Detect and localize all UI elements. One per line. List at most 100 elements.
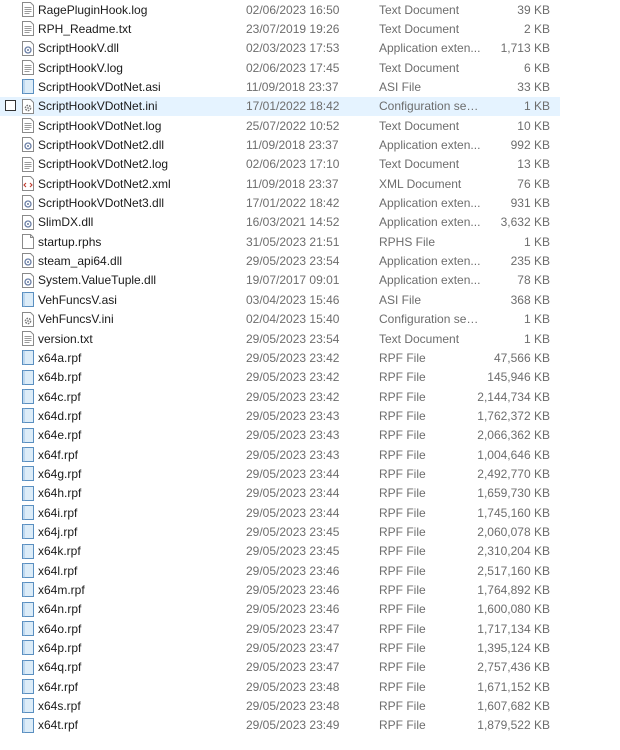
- file-size: 47,566 KB: [493, 350, 550, 365]
- file-row[interactable]: RagePluginHook.log 02/06/2023 16:50 Text D…: [0, 0, 560, 19]
- file-date-modified: 02/06/2023 17:10: [246, 157, 340, 172]
- file-row[interactable]: version.txt 29/05/2023 23:54 Text Document…: [0, 329, 560, 348]
- file-row[interactable]: x64k.rpf 29/05/2023 23:45 RPF File 2,310,20…: [0, 542, 560, 561]
- file-date-modified: 29/05/2023 23:44: [246, 466, 340, 481]
- file-size: 1,395,124 KB: [477, 641, 550, 656]
- blank-file-icon: [21, 234, 35, 250]
- file-row[interactable]: x64a.rpf 29/05/2023 23:42 RPF File 47,566 K…: [0, 348, 560, 367]
- file-date-modified: 29/05/2023 23:47: [246, 621, 340, 636]
- file-row[interactable]: RPH_Readme.txt 23/07/2019 19:26 Text Docum…: [0, 19, 560, 38]
- file-size: 1,713 KB: [500, 41, 550, 56]
- file-size: 1 KB: [523, 312, 550, 327]
- generic-file-icon: [21, 659, 35, 675]
- file-row[interactable]: ScriptHookV.dll 02/03/2023 17:53 Applicati…: [0, 39, 560, 58]
- config-file-icon: [21, 98, 35, 114]
- text-file-icon: [21, 118, 35, 134]
- file-row[interactable]: x64f.rpf 29/05/2023 23:43 RPF File 1,004,64…: [0, 445, 560, 464]
- text-file-icon: [21, 2, 35, 17]
- row-checkbox[interactable]: [5, 99, 16, 111]
- file-date-modified: 29/05/2023 23:46: [246, 563, 340, 578]
- file-name: x64j.rpf: [38, 524, 78, 539]
- file-size: 1 KB: [523, 234, 550, 249]
- file-row[interactable]: ScriptHookVDotNet2.dll 11/09/2018 23:37 Ap…: [0, 135, 560, 154]
- file-row[interactable]: x64j.rpf 29/05/2023 23:45 RPF File 2,060,07…: [0, 522, 560, 541]
- file-name: version.txt: [38, 331, 93, 346]
- file-row[interactable]: x64n.rpf 29/05/2023 23:46 RPF File 1,600,08…: [0, 600, 560, 619]
- file-size: 13 KB: [517, 157, 550, 172]
- file-row[interactable]: x64d.rpf 29/05/2023 23:43 RPF File 1,762,37…: [0, 406, 560, 425]
- file-row[interactable]: x64t.rpf 29/05/2023 23:49 RPF File 1,879,52…: [0, 716, 560, 735]
- file-row[interactable]: x64q.rpf 29/05/2023 23:47 RPF File 2,757,43…: [0, 658, 560, 677]
- generic-file-icon: [21, 350, 35, 366]
- generic-file-icon: [21, 640, 35, 656]
- file-row[interactable]: SlimDX.dll 16/03/2021 14:52 Application ex…: [0, 213, 560, 232]
- file-size: 1,879,522 KB: [477, 718, 550, 733]
- file-date-modified: 29/05/2023 23:45: [246, 544, 340, 559]
- file-row[interactable]: ScriptHookVDotNet2.xml 11/09/2018 23:37 XM…: [0, 174, 560, 193]
- file-row[interactable]: VehFuncsV.ini 02/04/2023 15:40 Configurati…: [0, 310, 560, 329]
- file-row[interactable]: x64l.rpf 29/05/2023 23:46 RPF File 2,517,16…: [0, 561, 560, 580]
- file-date-modified: 17/01/2022 18:42: [246, 196, 340, 211]
- file-row[interactable]: steam_api64.dll 29/05/2023 23:54 Applicati…: [0, 251, 560, 270]
- file-row[interactable]: x64p.rpf 29/05/2023 23:47 RPF File 1,395,12…: [0, 638, 560, 657]
- file-row[interactable]: VehFuncsV.asi 03/04/2023 15:46 ASI File 368…: [0, 290, 560, 309]
- file-name: ScriptHookVDotNet2.xml: [38, 176, 171, 191]
- file-row[interactable]: startup.rphs 31/05/2023 21:51 RPHS File 1 K…: [0, 232, 560, 251]
- file-name: x64q.rpf: [38, 660, 82, 675]
- file-row[interactable]: x64b.rpf 29/05/2023 23:42 RPF File 145,946 …: [0, 368, 560, 387]
- file-list: RagePluginHook.log 02/06/2023 16:50 Text D…: [0, 0, 620, 750]
- file-name: RagePluginHook.log: [38, 2, 148, 17]
- file-date-modified: 03/04/2023 15:46: [246, 292, 340, 307]
- file-size: 1,745,160 KB: [477, 505, 550, 520]
- dll-file-icon: [21, 253, 35, 269]
- file-size: 1,659,730 KB: [477, 486, 550, 501]
- file-row[interactable]: x64g.rpf 29/05/2023 23:44 RPF File 2,492,77…: [0, 464, 560, 483]
- file-name: x64t.rpf: [38, 718, 79, 733]
- file-name: x64o.rpf: [38, 621, 82, 636]
- file-date-modified: 29/05/2023 23:42: [246, 350, 340, 365]
- file-name: VehFuncsV.ini: [38, 312, 114, 327]
- file-row[interactable]: x64s.rpf 29/05/2023 23:48 RPF File 1,607,68…: [0, 696, 560, 715]
- file-row[interactable]: ScriptHookV.log 02/06/2023 17:45 Text Docu…: [0, 58, 560, 77]
- file-row[interactable]: x64o.rpf 29/05/2023 23:47 RPF File 1,717,13…: [0, 619, 560, 638]
- file-row[interactable]: ScriptHookVDotNet.ini 17/01/2022 18:42 Con…: [0, 96, 560, 117]
- generic-file-icon: [21, 601, 35, 617]
- file-row[interactable]: x64e.rpf 29/05/2023 23:43 RPF File 2,066,36…: [0, 426, 560, 445]
- file-name: x64r.rpf: [38, 679, 79, 694]
- file-size: 931 KB: [510, 196, 550, 211]
- file-row[interactable]: x64m.rpf 29/05/2023 23:46 RPF File 1,764,89…: [0, 580, 560, 599]
- dll-file-icon: [21, 195, 35, 211]
- file-row[interactable]: x64h.rpf 29/05/2023 23:44 RPF File 1,659,73…: [0, 484, 560, 503]
- generic-file-icon: [21, 717, 35, 733]
- file-size: 1,600,080 KB: [477, 602, 550, 617]
- file-size: 2,060,078 KB: [477, 524, 550, 539]
- file-row[interactable]: ScriptHookVDotNet3.dll 17/01/2022 18:42 Ap…: [0, 193, 560, 212]
- file-date-modified: 29/05/2023 23:48: [246, 699, 340, 714]
- file-row[interactable]: x64r.rpf 29/05/2023 23:48 RPF File 1,671,15…: [0, 677, 560, 696]
- generic-file-icon: [21, 621, 35, 636]
- file-date-modified: 29/05/2023 23:42: [246, 370, 340, 385]
- file-date-modified: 29/05/2023 23:44: [246, 486, 340, 501]
- file-size: 10 KB: [517, 118, 550, 133]
- file-row[interactable]: ScriptHookVDotNet2.log 02/06/2023 17:10 Te…: [0, 155, 560, 174]
- file-size: 1 KB: [523, 99, 550, 114]
- dll-file-icon: [21, 272, 35, 288]
- file-size: 2,144,734 KB: [477, 389, 550, 404]
- generic-file-icon: [21, 79, 35, 95]
- file-name: ScriptHookVDotNet.log: [38, 118, 162, 133]
- file-name: x64e.rpf: [38, 428, 82, 443]
- file-row[interactable]: x64c.rpf 29/05/2023 23:42 RPF File 2,144,73…: [0, 387, 560, 406]
- file-row[interactable]: ScriptHookVDotNet.asi 11/09/2018 23:37 ASI…: [0, 77, 560, 96]
- file-name: ScriptHookVDotNet2.dll: [38, 138, 165, 153]
- file-name: x64n.rpf: [38, 602, 82, 617]
- file-row[interactable]: x64i.rpf 29/05/2023 23:44 RPF File 1,745,16…: [0, 503, 560, 522]
- file-name: x64d.rpf: [38, 408, 82, 423]
- file-name: x64p.rpf: [38, 641, 82, 656]
- file-size: 6 KB: [523, 60, 550, 75]
- file-size: 33 KB: [517, 80, 550, 95]
- file-size: 1,717,134 KB: [477, 621, 550, 636]
- generic-file-icon: [21, 408, 35, 424]
- file-name: ScriptHookV.dll: [38, 41, 119, 56]
- file-row[interactable]: System.ValueTuple.dll 19/07/2017 09:01 App…: [0, 271, 560, 290]
- file-row[interactable]: ScriptHookVDotNet.log 25/07/2022 10:52 Tex…: [0, 116, 560, 135]
